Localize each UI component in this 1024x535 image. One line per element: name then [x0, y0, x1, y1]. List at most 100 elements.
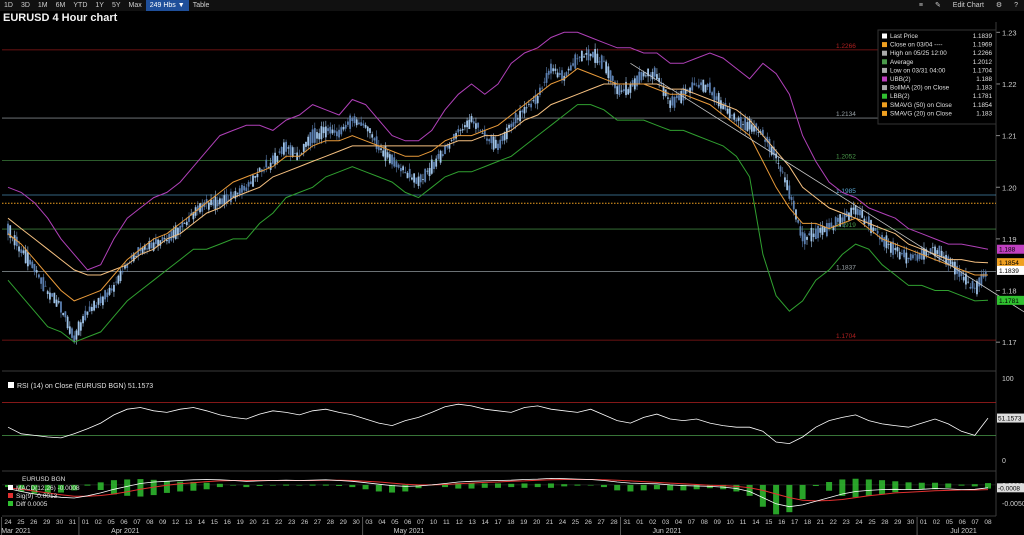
macd-histogram-bar	[375, 484, 382, 492]
macd-histogram-bar	[163, 480, 170, 493]
candle-body	[631, 80, 634, 87]
candle-body	[179, 225, 182, 233]
candle-body	[953, 261, 956, 275]
candle-body	[333, 130, 336, 133]
menu-icon[interactable]: ≡	[919, 2, 923, 9]
candle-body	[461, 129, 464, 131]
candle-body	[596, 53, 599, 64]
candle-body	[561, 70, 563, 81]
candle-body	[633, 78, 636, 90]
macd-histogram-bar	[415, 484, 422, 489]
range-ytd[interactable]: YTD	[69, 0, 91, 11]
x-tick-label: 21	[262, 519, 270, 526]
candle-body	[249, 181, 252, 185]
candle-body	[287, 147, 290, 149]
candle-body	[589, 53, 592, 57]
candle-body	[647, 68, 649, 77]
x-month-label: May 2021	[394, 528, 425, 535]
legend-swatch	[882, 76, 887, 82]
candle-body	[137, 247, 140, 256]
candle-body	[874, 227, 877, 231]
x-tick-label: 06	[404, 519, 412, 526]
legend-swatch	[882, 67, 887, 73]
candle-body	[35, 270, 38, 273]
macd-histogram-bar	[958, 484, 965, 486]
macd-histogram-bar	[733, 484, 740, 492]
candle-body	[117, 275, 120, 284]
range-dropdown[interactable]: 249 Hbs ▼	[145, 0, 189, 11]
candle-body	[616, 86, 619, 95]
range-max[interactable]: Max	[125, 0, 146, 11]
candle-body	[148, 241, 151, 250]
level-label: 1.1985	[836, 188, 856, 195]
candles	[7, 43, 987, 345]
candle-body	[154, 238, 157, 244]
pencil-icon[interactable]: ✎ Edit Chart	[935, 2, 984, 9]
candle-body	[501, 135, 504, 141]
x-tick-label: 23	[843, 519, 851, 526]
candle-body	[923, 248, 925, 260]
x-tick-label: 16	[778, 519, 786, 526]
candle-body	[88, 306, 91, 312]
candle-body	[406, 172, 409, 179]
candle-body	[188, 216, 190, 222]
range-6m[interactable]: 6M	[52, 0, 70, 11]
candle-body	[583, 56, 585, 58]
candle-body	[51, 293, 54, 297]
legend-value: 1.1839	[973, 33, 993, 40]
candle-body	[925, 249, 928, 257]
range-1y[interactable]: 1Y	[91, 0, 108, 11]
candle-body	[832, 225, 835, 231]
legend-label: High on 05/25 12:00	[890, 50, 947, 57]
price-tag	[997, 265, 1024, 275]
level-label: 1.1837	[836, 264, 856, 271]
candle-body	[183, 223, 186, 224]
candle-body	[185, 221, 188, 226]
macd-legend-label: Diff 0.0005	[16, 501, 48, 508]
question-icon[interactable]: ?	[1014, 2, 1018, 9]
x-tick-label: 05	[391, 519, 399, 526]
x-tick-label: 01	[920, 519, 928, 526]
legend-label: BollMA (20) on Close	[890, 85, 950, 92]
candle-body	[795, 209, 797, 220]
candle-body	[245, 187, 248, 192]
candle-body	[126, 263, 129, 268]
macd-legend-label: Sig(9) -0.0013	[16, 493, 58, 500]
candle-body	[775, 153, 778, 159]
candle-body	[362, 123, 365, 126]
candle-body	[71, 328, 73, 338]
range-1d[interactable]: 1D	[0, 0, 17, 11]
macd-histogram-bar	[932, 482, 939, 490]
candle-body	[463, 125, 466, 128]
candle-body	[296, 152, 299, 161]
table-button[interactable]: Table	[189, 0, 214, 11]
range-3d[interactable]: 3D	[17, 0, 34, 11]
candle-body	[600, 55, 603, 69]
macd-histogram-bar	[640, 484, 647, 491]
x-tick-label: 07	[971, 519, 979, 526]
macd-histogram-bar	[44, 484, 51, 494]
candle-body	[878, 236, 881, 240]
edit-chart-button[interactable]: Edit Chart	[953, 2, 984, 9]
candle-body	[541, 87, 544, 89]
candle-body	[834, 217, 837, 227]
candle-body	[62, 312, 65, 316]
candle-body	[673, 97, 676, 108]
candle-body	[106, 292, 109, 298]
y-tick-label: 1.23	[1002, 28, 1017, 37]
range-1m[interactable]: 1M	[34, 0, 52, 11]
x-tick-label: 17	[494, 519, 502, 526]
candle-body	[684, 88, 687, 94]
y-tick-label: 1.18	[1002, 287, 1017, 296]
candle-body	[812, 233, 815, 238]
price-tag-label: 1.1854	[999, 260, 1019, 267]
candle-body	[870, 220, 872, 233]
candle-body	[139, 247, 142, 252]
candle-body	[243, 186, 246, 191]
candle-body	[629, 83, 632, 93]
range-5y[interactable]: 5Y	[108, 0, 125, 11]
candle-body	[347, 121, 349, 125]
macd-histogram-bar	[283, 484, 290, 486]
gear-icon[interactable]: ⚙	[996, 2, 1002, 9]
x-tick-label: 05	[946, 519, 954, 526]
